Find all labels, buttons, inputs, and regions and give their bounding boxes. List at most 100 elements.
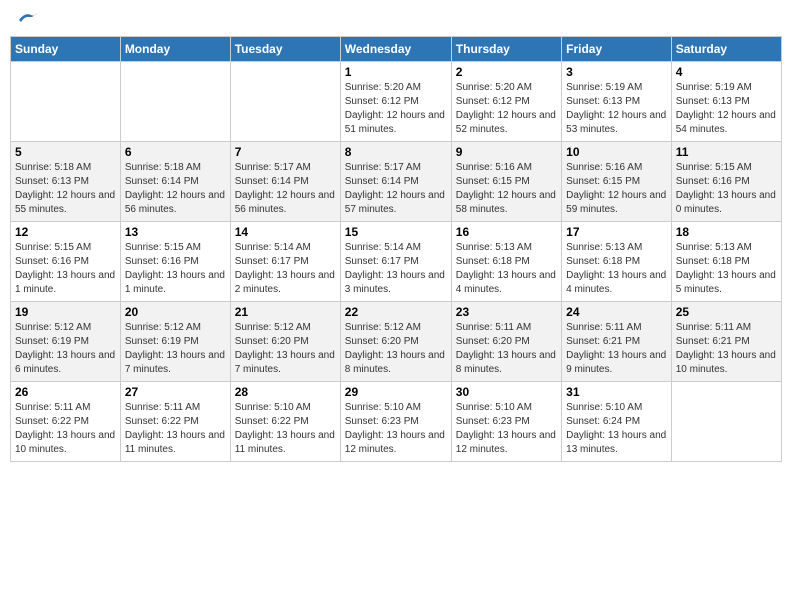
calendar-cell: 7 Sunrise: 5:17 AMSunset: 6:14 PMDaylight… [230, 142, 340, 222]
day-info: Sunrise: 5:11 AMSunset: 6:22 PMDaylight:… [125, 401, 226, 457]
day-number: 8 [345, 145, 447, 159]
day-number: 1 [345, 65, 447, 79]
day-info: Sunrise: 5:19 AMSunset: 6:13 PMDaylight:… [676, 81, 777, 137]
calendar-cell: 29 Sunrise: 5:10 AMSunset: 6:23 PMDayligh… [340, 382, 451, 462]
day-number: 30 [456, 385, 557, 399]
day-info: Sunrise: 5:19 AMSunset: 6:13 PMDaylight:… [566, 81, 667, 137]
calendar-week-row: 1 Sunrise: 5:20 AMSunset: 6:12 PMDaylight… [11, 62, 782, 142]
day-info: Sunrise: 5:18 AMSunset: 6:13 PMDaylight:… [15, 161, 116, 217]
day-number: 21 [235, 305, 336, 319]
calendar-cell: 3 Sunrise: 5:19 AMSunset: 6:13 PMDaylight… [562, 62, 672, 142]
calendar-week-row: 5Sunrise: 5:18 AMSunset: 6:13 PMDaylight… [11, 142, 782, 222]
day-number: 7 [235, 145, 336, 159]
page-header [10, 10, 782, 28]
calendar-header-tuesday: Tuesday [230, 37, 340, 62]
day-info: Sunrise: 5:10 AMSunset: 6:24 PMDaylight:… [566, 401, 667, 457]
calendar-cell [671, 382, 781, 462]
day-number: 25 [676, 305, 777, 319]
day-number: 14 [235, 225, 336, 239]
day-number: 12 [15, 225, 116, 239]
day-number: 15 [345, 225, 447, 239]
day-info: Sunrise: 5:20 AMSunset: 6:12 PMDaylight:… [345, 81, 447, 137]
day-number: 17 [566, 225, 667, 239]
day-info: Sunrise: 5:14 AMSunset: 6:17 PMDaylight:… [235, 241, 336, 297]
day-number: 31 [566, 385, 667, 399]
calendar-cell: 19 Sunrise: 5:12 AMSunset: 6:19 PMDayligh… [11, 302, 121, 382]
calendar-header-row: SundayMondayTuesdayWednesdayThursdayFrid… [11, 37, 782, 62]
calendar-header-wednesday: Wednesday [340, 37, 451, 62]
calendar-cell: 27 Sunrise: 5:11 AMSunset: 6:22 PMDayligh… [120, 382, 230, 462]
day-info: Sunrise: 5:15 AMSunset: 6:16 PMDaylight:… [125, 241, 226, 297]
day-number: 29 [345, 385, 447, 399]
day-info: Sunrise: 5:14 AMSunset: 6:17 PMDaylight:… [345, 241, 447, 297]
day-number: 27 [125, 385, 226, 399]
day-number: 2 [456, 65, 557, 79]
calendar-week-row: 19 Sunrise: 5:12 AMSunset: 6:19 PMDayligh… [11, 302, 782, 382]
calendar-week-row: 26Sunrise: 5:11 AMSunset: 6:22 PMDayligh… [11, 382, 782, 462]
day-info: Sunrise: 5:13 AMSunset: 6:18 PMDaylight:… [676, 241, 777, 297]
day-number: 13 [125, 225, 226, 239]
day-number: 20 [125, 305, 226, 319]
calendar-cell: 13 Sunrise: 5:15 AMSunset: 6:16 PMDayligh… [120, 222, 230, 302]
day-info: Sunrise: 5:15 AMSunset: 6:16 PMDaylight:… [15, 241, 116, 297]
day-info: Sunrise: 5:20 AMSunset: 6:12 PMDaylight:… [456, 81, 557, 137]
calendar-cell: 14 Sunrise: 5:14 AMSunset: 6:17 PMDayligh… [230, 222, 340, 302]
calendar-header-sunday: Sunday [11, 37, 121, 62]
day-info: Sunrise: 5:13 AMSunset: 6:18 PMDaylight:… [566, 241, 667, 297]
calendar-cell: 8 Sunrise: 5:17 AMSunset: 6:14 PMDaylight… [340, 142, 451, 222]
day-info: Sunrise: 5:16 AMSunset: 6:15 PMDaylight:… [566, 161, 667, 217]
day-info: Sunrise: 5:17 AMSunset: 6:14 PMDaylight:… [345, 161, 447, 217]
day-number: 18 [676, 225, 777, 239]
calendar-header-saturday: Saturday [671, 37, 781, 62]
calendar-cell: 1 Sunrise: 5:20 AMSunset: 6:12 PMDaylight… [340, 62, 451, 142]
calendar-week-row: 12 Sunrise: 5:15 AMSunset: 6:16 PMDayligh… [11, 222, 782, 302]
calendar-cell [230, 62, 340, 142]
day-number: 9 [456, 145, 557, 159]
calendar-header-thursday: Thursday [451, 37, 561, 62]
day-number: 19 [15, 305, 116, 319]
calendar-cell: 28Sunrise: 5:10 AMSunset: 6:22 PMDayligh… [230, 382, 340, 462]
calendar-cell: 11Sunrise: 5:15 AMSunset: 6:16 PMDayligh… [671, 142, 781, 222]
calendar-table: SundayMondayTuesdayWednesdayThursdayFrid… [10, 36, 782, 462]
calendar-cell: 25Sunrise: 5:11 AMSunset: 6:21 PMDayligh… [671, 302, 781, 382]
day-number: 10 [566, 145, 667, 159]
calendar-cell: 12 Sunrise: 5:15 AMSunset: 6:16 PMDayligh… [11, 222, 121, 302]
calendar-cell: 21 Sunrise: 5:12 AMSunset: 6:20 PMDayligh… [230, 302, 340, 382]
day-info: Sunrise: 5:17 AMSunset: 6:14 PMDaylight:… [235, 161, 336, 217]
day-info: Sunrise: 5:12 AMSunset: 6:19 PMDaylight:… [15, 321, 116, 377]
calendar-cell: 2 Sunrise: 5:20 AMSunset: 6:12 PMDaylight… [451, 62, 561, 142]
day-info: Sunrise: 5:16 AMSunset: 6:15 PMDaylight:… [456, 161, 557, 217]
day-number: 28 [235, 385, 336, 399]
day-number: 3 [566, 65, 667, 79]
calendar-header-friday: Friday [562, 37, 672, 62]
calendar-cell: 4 Sunrise: 5:19 AMSunset: 6:13 PMDaylight… [671, 62, 781, 142]
day-number: 4 [676, 65, 777, 79]
calendar-cell: 6 Sunrise: 5:18 AMSunset: 6:14 PMDaylight… [120, 142, 230, 222]
day-info: Sunrise: 5:12 AMSunset: 6:20 PMDaylight:… [235, 321, 336, 377]
calendar-cell [11, 62, 121, 142]
day-info: Sunrise: 5:13 AMSunset: 6:18 PMDaylight:… [456, 241, 557, 297]
calendar-cell: 17 Sunrise: 5:13 AMSunset: 6:18 PMDayligh… [562, 222, 672, 302]
day-number: 23 [456, 305, 557, 319]
calendar-cell: 26Sunrise: 5:11 AMSunset: 6:22 PMDayligh… [11, 382, 121, 462]
day-number: 16 [456, 225, 557, 239]
calendar-cell: 9 Sunrise: 5:16 AMSunset: 6:15 PMDaylight… [451, 142, 561, 222]
day-info: Sunrise: 5:12 AMSunset: 6:19 PMDaylight:… [125, 321, 226, 377]
day-number: 22 [345, 305, 447, 319]
calendar-cell: 10 Sunrise: 5:16 AMSunset: 6:15 PMDayligh… [562, 142, 672, 222]
calendar-cell: 16 Sunrise: 5:13 AMSunset: 6:18 PMDayligh… [451, 222, 561, 302]
calendar-header-monday: Monday [120, 37, 230, 62]
calendar-cell: 22 Sunrise: 5:12 AMSunset: 6:20 PMDayligh… [340, 302, 451, 382]
day-info: Sunrise: 5:15 AMSunset: 6:16 PMDaylight:… [676, 161, 777, 217]
day-number: 6 [125, 145, 226, 159]
calendar-cell: 15 Sunrise: 5:14 AMSunset: 6:17 PMDayligh… [340, 222, 451, 302]
logo-bird-icon [17, 10, 39, 28]
day-info: Sunrise: 5:18 AMSunset: 6:14 PMDaylight:… [125, 161, 226, 217]
day-info: Sunrise: 5:10 AMSunset: 6:23 PMDaylight:… [345, 401, 447, 457]
day-number: 24 [566, 305, 667, 319]
day-info: Sunrise: 5:12 AMSunset: 6:20 PMDaylight:… [345, 321, 447, 377]
calendar-cell: 18 Sunrise: 5:13 AMSunset: 6:18 PMDayligh… [671, 222, 781, 302]
calendar-cell: 20 Sunrise: 5:12 AMSunset: 6:19 PMDayligh… [120, 302, 230, 382]
calendar-cell: 5Sunrise: 5:18 AMSunset: 6:13 PMDaylight… [11, 142, 121, 222]
day-info: Sunrise: 5:10 AMSunset: 6:23 PMDaylight:… [456, 401, 557, 457]
